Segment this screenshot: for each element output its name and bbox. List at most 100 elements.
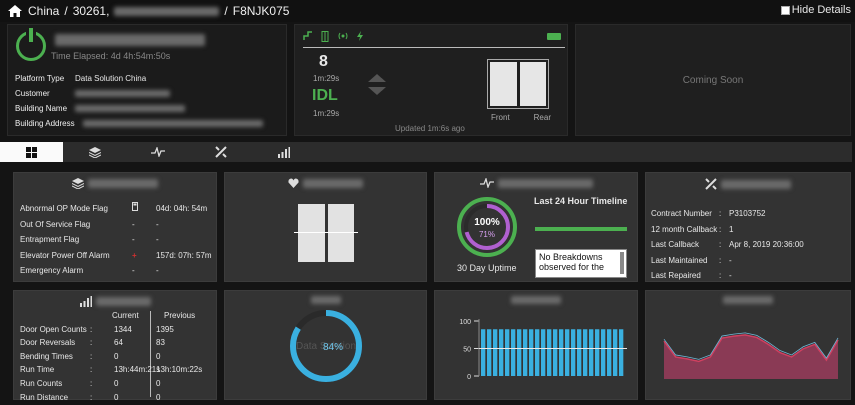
op-flag-rows: Abnormal OP Mode Flag 04d: 04h: 54m Out … — [20, 201, 212, 279]
door-status-icon — [321, 31, 329, 42]
gauge-chart: Data Solution 84% — [290, 310, 362, 382]
op-flag-dash: - — [132, 235, 135, 245]
bar — [595, 329, 600, 376]
col-current: Current — [112, 311, 139, 320]
tab-signal[interactable] — [252, 142, 315, 162]
home-icon[interactable] — [8, 5, 22, 17]
tab-layers[interactable] — [63, 142, 126, 162]
bar-chart: 100 50 0 — [459, 319, 627, 381]
bar — [589, 329, 594, 376]
bar — [607, 329, 612, 376]
contract-row: Last Repaired : - — [651, 268, 804, 284]
tools-icon — [705, 178, 717, 190]
counter-previous: 0 — [156, 392, 161, 402]
counter-current: 64 — [114, 338, 123, 348]
contract-label: Last Maintained — [651, 255, 708, 265]
power-icon — [16, 28, 46, 61]
floor-duration: 1m:29s — [313, 74, 340, 83]
counter-current: 0 — [114, 351, 119, 361]
timeline-title: Last 24 Hour Timeline — [534, 196, 628, 206]
coming-soon-text: Coming Soon — [682, 74, 744, 86]
info-row: Customer — [15, 86, 263, 101]
hide-details-toggle[interactable]: Hide Details — [780, 4, 851, 16]
y-tick-label: 100 — [459, 319, 471, 326]
breadcrumb-bar: China / 30261, / F8NJK075 Hide Details — [0, 0, 855, 22]
op-flag-label: Out Of Service Flag — [20, 219, 91, 229]
op-flag-dash: - — [132, 266, 135, 276]
op-flag-value: - — [156, 235, 159, 245]
contract-label: Last Repaired — [651, 271, 701, 281]
counter-row: Run Distance : 0 0 — [20, 391, 202, 405]
area-fill — [664, 334, 838, 379]
redacted-address — [83, 120, 263, 127]
counter-row: Door Reversals : 64 83 — [20, 336, 202, 350]
bar-chart-card: 100 50 0 — [434, 290, 638, 400]
counter-label: Run Counts — [20, 378, 63, 388]
op-flag-value: - — [156, 219, 159, 229]
counter-sep: : — [90, 365, 93, 375]
card-header — [225, 178, 426, 188]
bar — [481, 329, 486, 376]
door-divider-line — [294, 232, 358, 233]
op-flag-value: - — [156, 266, 159, 276]
plus-icon: + — [132, 250, 137, 260]
tab-dashboard[interactable] — [0, 142, 63, 162]
bar — [493, 329, 498, 376]
door-front-panel — [490, 62, 517, 106]
op-flags-card: Abnormal OP Mode Flag 04d: 04h: 54m Out … — [13, 172, 217, 282]
col-previous: Previous — [164, 311, 196, 320]
breadcrumb-country[interactable]: China — [28, 4, 59, 18]
bar — [577, 329, 582, 376]
contract-sep: : — [719, 240, 722, 250]
info-value: Data Solution China — [75, 74, 147, 83]
op-flag-label: Entrapment Flag — [20, 235, 80, 245]
breakdown-message-box[interactable]: No Breakdowns observed for the — [535, 249, 627, 278]
tab-pulse[interactable] — [126, 142, 189, 162]
op-flag-label: Abnormal OP Mode Flag — [20, 204, 108, 213]
contract-row: Last Callback : Apr 8, 2019 20:36:00 — [651, 237, 804, 253]
tab-tools[interactable] — [189, 142, 252, 162]
layers-icon — [88, 146, 101, 158]
counter-previous: 0 — [156, 351, 161, 361]
op-flag-row: Emergency Alarm - - — [20, 263, 212, 279]
door-left-panel — [298, 204, 325, 262]
contract-row: Last Maintained : - — [651, 253, 804, 269]
uptime-card: 100% 71% 30 Day Uptime Last 24 Hour Time… — [434, 172, 638, 282]
counter-row: Door Open Counts : 1344 1395 — [20, 323, 202, 337]
contract-sep: : — [719, 271, 722, 281]
bar — [571, 329, 576, 376]
bar — [619, 329, 624, 376]
contract-sep: : — [719, 255, 722, 265]
contract-value: - — [729, 271, 732, 281]
contract-value: 1 — [729, 224, 734, 234]
gauge-card: Data Solution 84% — [224, 290, 427, 400]
contract-row: Contract Number : P3103752 — [651, 206, 804, 222]
breadcrumb-separator: / — [64, 4, 68, 18]
heart-icon — [288, 178, 299, 188]
door-labels: Front Rear — [491, 113, 551, 122]
state-duration: 1m:29s — [313, 109, 340, 118]
contract-card: Contract Number : P3103752 12 month Call… — [645, 172, 851, 282]
redacted-card-title — [721, 179, 791, 189]
card-header — [646, 178, 850, 190]
dashboard-icon — [26, 146, 37, 158]
time-elapsed: Time Elapsed: 4d 4h:54m:50s — [51, 51, 171, 61]
uptime-ring-chart: 100% 71% — [457, 197, 517, 257]
bar — [553, 329, 558, 376]
contract-value: - — [729, 255, 732, 265]
direction-arrows-icon — [368, 74, 386, 95]
contract-rows: Contract Number : P3103752 12 month Call… — [651, 206, 804, 284]
door-rear-label: Rear — [533, 113, 551, 122]
floor-number: 8 — [319, 53, 328, 70]
bar — [547, 329, 552, 376]
area-chart — [663, 332, 839, 379]
hide-details-checkbox[interactable] — [780, 5, 790, 15]
counter-current: 0 — [114, 378, 119, 388]
op-flag-row: Elevator Power Off Alarm + 157d: 07h: 57… — [20, 248, 212, 264]
contract-label: Contract Number — [651, 209, 712, 218]
bar — [559, 329, 564, 376]
info-label: Building Name — [15, 104, 68, 113]
redacted-card-title — [303, 178, 363, 188]
door-graphic — [298, 204, 354, 262]
breadcrumb-site[interactable]: 30261, — [73, 4, 110, 18]
